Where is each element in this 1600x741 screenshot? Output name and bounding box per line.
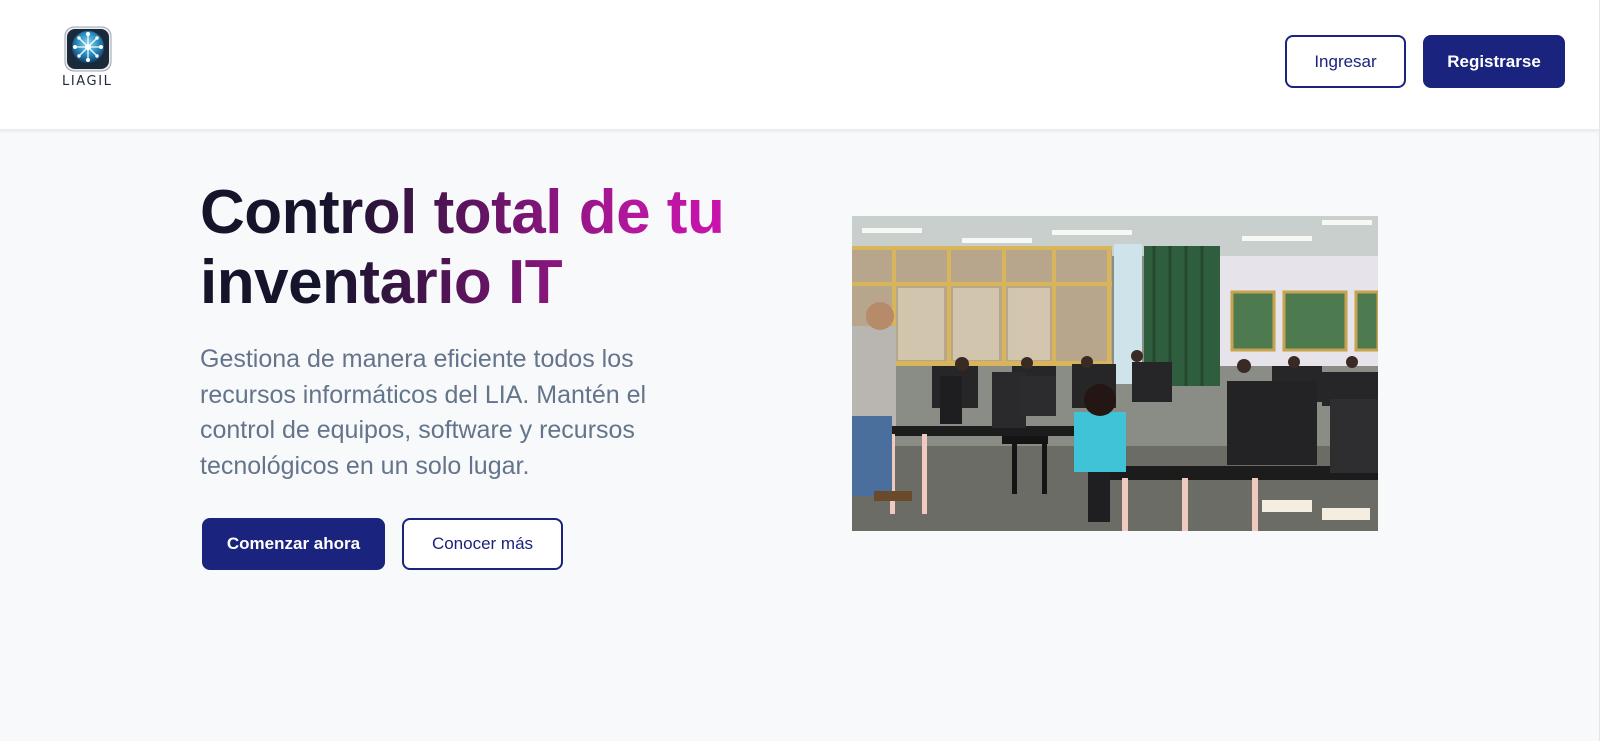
logo-link[interactable]: LIAGIL [62, 26, 118, 92]
login-button[interactable]: Ingresar [1285, 35, 1406, 88]
hero-title: Control total de tu inventario IT [200, 178, 760, 318]
start-now-button[interactable]: Comenzar ahora [202, 518, 385, 570]
logo-icon [64, 26, 112, 72]
landing-page: LIAGIL Ingresar Registrarse Control tota… [0, 0, 1600, 741]
logo-wordmark: LIAGIL [62, 74, 113, 89]
hero-description: Gestiona de manera eficiente todos los r… [200, 345, 647, 480]
register-button[interactable]: Registrarse [1423, 35, 1565, 88]
classroom-photo [852, 216, 1378, 531]
top-navbar: LIAGIL Ingresar Registrarse [0, 0, 1600, 130]
learn-more-button[interactable]: Conocer más [402, 518, 563, 570]
classroom-illustration [852, 216, 1378, 531]
